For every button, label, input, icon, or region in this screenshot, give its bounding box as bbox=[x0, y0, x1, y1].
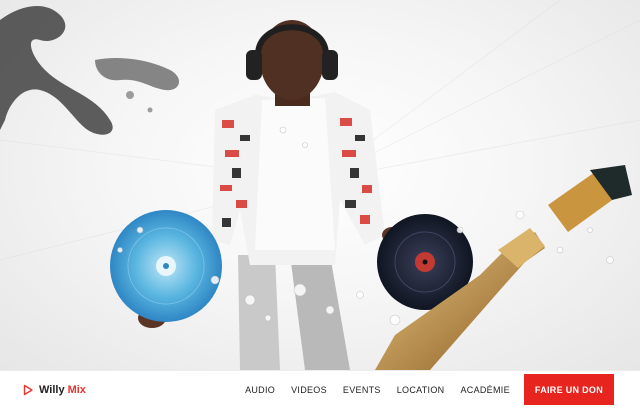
nav-item-academie[interactable]: ACADÉMIE bbox=[460, 385, 509, 395]
nav-item-location[interactable]: LOCATION bbox=[397, 385, 445, 395]
main-navbar: Willy Mix AUDIO VIDEOS EVENTS LOCATION AC… bbox=[0, 370, 640, 407]
nav-item-audio[interactable]: AUDIO bbox=[245, 385, 275, 395]
brand-name-accent: Mix bbox=[67, 383, 86, 396]
hero-banner bbox=[0, 0, 640, 370]
champagne-cork bbox=[548, 165, 632, 232]
nav-item-videos[interactable]: VIDEOS bbox=[291, 385, 327, 395]
play-icon bbox=[23, 384, 33, 395]
brand-name-primary: Willy bbox=[39, 383, 65, 396]
brand-logo[interactable]: Willy Mix bbox=[22, 371, 86, 408]
nav-menu: AUDIO VIDEOS EVENTS LOCATION ACADÉMIE FA… bbox=[229, 371, 614, 408]
brand-name: Willy Mix bbox=[39, 384, 86, 396]
donate-button[interactable]: FAIRE UN DON bbox=[523, 374, 614, 405]
nav-item-events[interactable]: EVENTS bbox=[343, 385, 381, 395]
hero-artwork bbox=[0, 0, 640, 370]
liquid-splash-top-left bbox=[0, 5, 180, 135]
blue-vinyl-disc bbox=[110, 210, 222, 322]
